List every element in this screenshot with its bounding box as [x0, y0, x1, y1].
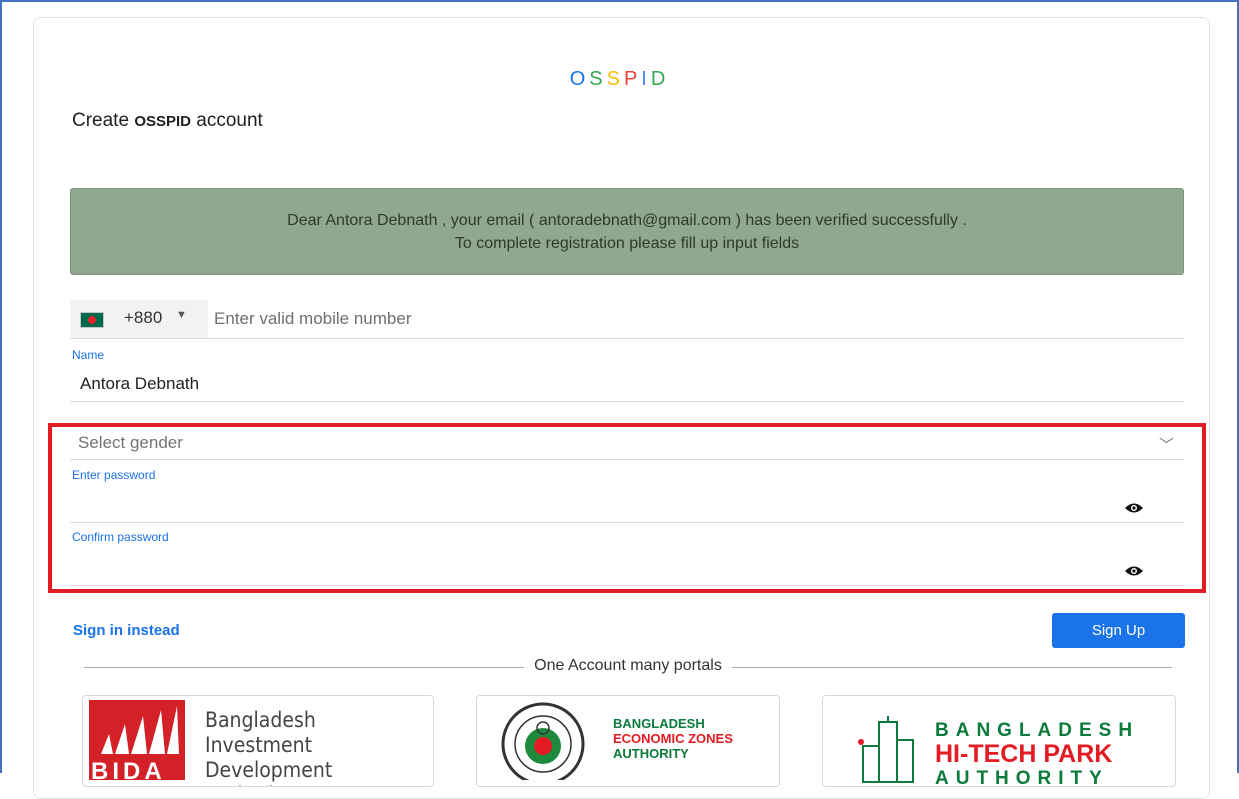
htpa-line-3: AUTHORITY	[935, 768, 1109, 787]
brand-letter: S	[606, 68, 624, 90]
brand-letter: S	[589, 68, 607, 90]
verification-alert: Dear Antora Debnath , your email ( antor…	[70, 188, 1184, 275]
country-code: +880	[124, 308, 163, 327]
confirm-password-field[interactable]: Confirm password	[70, 530, 1184, 586]
portal-hitech-park[interactable]: BANGLADESH HI-TECH PARK AUTHORITY	[822, 695, 1176, 787]
caret-down-icon: ▼	[176, 309, 187, 321]
title-brand: OSSPID	[134, 113, 191, 130]
title-prefix: Create	[72, 110, 135, 131]
portal-bida[interactable]: BIDA Bangladesh Investment Development A…	[82, 695, 434, 787]
signup-card	[33, 17, 1210, 799]
bida-bars-graphic	[101, 706, 179, 754]
sign-up-button[interactable]: Sign Up	[1052, 613, 1185, 648]
beza-seal-icon	[501, 702, 585, 780]
password-field[interactable]: Enter password	[70, 468, 1184, 523]
confirm-password-label: Confirm password	[72, 530, 169, 544]
sign-in-link[interactable]: Sign in instead	[73, 622, 180, 639]
htpa-line-1: BANGLADESH	[935, 720, 1140, 741]
portal-beza[interactable]: BANGLADESH ECONOMIC ZONES AUTHORITY	[476, 695, 780, 787]
beza-line-3: AUTHORITY	[613, 746, 689, 761]
beza-line-1: BANGLADESH	[613, 716, 705, 731]
portals-divider: One Account many portals	[84, 657, 1172, 677]
name-field: Name	[70, 348, 1184, 402]
hitech-park-building-icon	[858, 716, 914, 783]
phone-field: +880 ▼	[70, 300, 1184, 339]
eye-icon[interactable]	[1124, 565, 1144, 577]
mobile-number-input[interactable]	[212, 305, 1116, 333]
chevron-down-icon: ﹀	[1158, 437, 1174, 454]
brand-letter: I	[641, 68, 651, 90]
brand-letter: D	[650, 68, 670, 90]
gender-select[interactable]: Select gender ﹀	[70, 430, 1184, 460]
divider-label: One Account many portals	[524, 657, 732, 674]
beza-name: BANGLADESH ECONOMIC ZONES AUTHORITY	[613, 716, 733, 761]
name-input[interactable]	[78, 370, 982, 398]
beza-line-2: ECONOMIC ZONES	[613, 731, 733, 746]
country-code-selector[interactable]: +880 ▼	[70, 300, 208, 338]
name-label: Name	[72, 348, 105, 362]
gender-placeholder: Select gender	[78, 433, 183, 452]
page-title: Create OSSPID account	[72, 110, 263, 132]
bida-logo-word: BIDA	[91, 758, 166, 785]
alert-line-2: To complete registration please fill up …	[454, 235, 800, 252]
bida-line-2: Development Authority	[205, 758, 333, 786]
brand-letter: O	[569, 68, 590, 90]
bangladesh-flag-icon	[80, 312, 104, 328]
eye-icon[interactable]	[1124, 502, 1144, 514]
password-label: Enter password	[72, 468, 156, 482]
bida-name: Bangladesh Investment Development Author…	[205, 708, 410, 786]
alert-line-1: Dear Antora Debnath , your email ( antor…	[287, 212, 967, 229]
osspid-logo: OSSPID	[0, 68, 1239, 91]
htpa-line-2: HI-TECH PARK	[935, 740, 1113, 768]
title-suffix: account	[191, 110, 263, 131]
divider-label-wrap: One Account many portals	[84, 657, 1172, 675]
bida-line-1: Bangladesh Investment	[205, 708, 316, 757]
brand-letter: P	[623, 68, 642, 90]
bida-logo: BIDA	[89, 700, 185, 785]
